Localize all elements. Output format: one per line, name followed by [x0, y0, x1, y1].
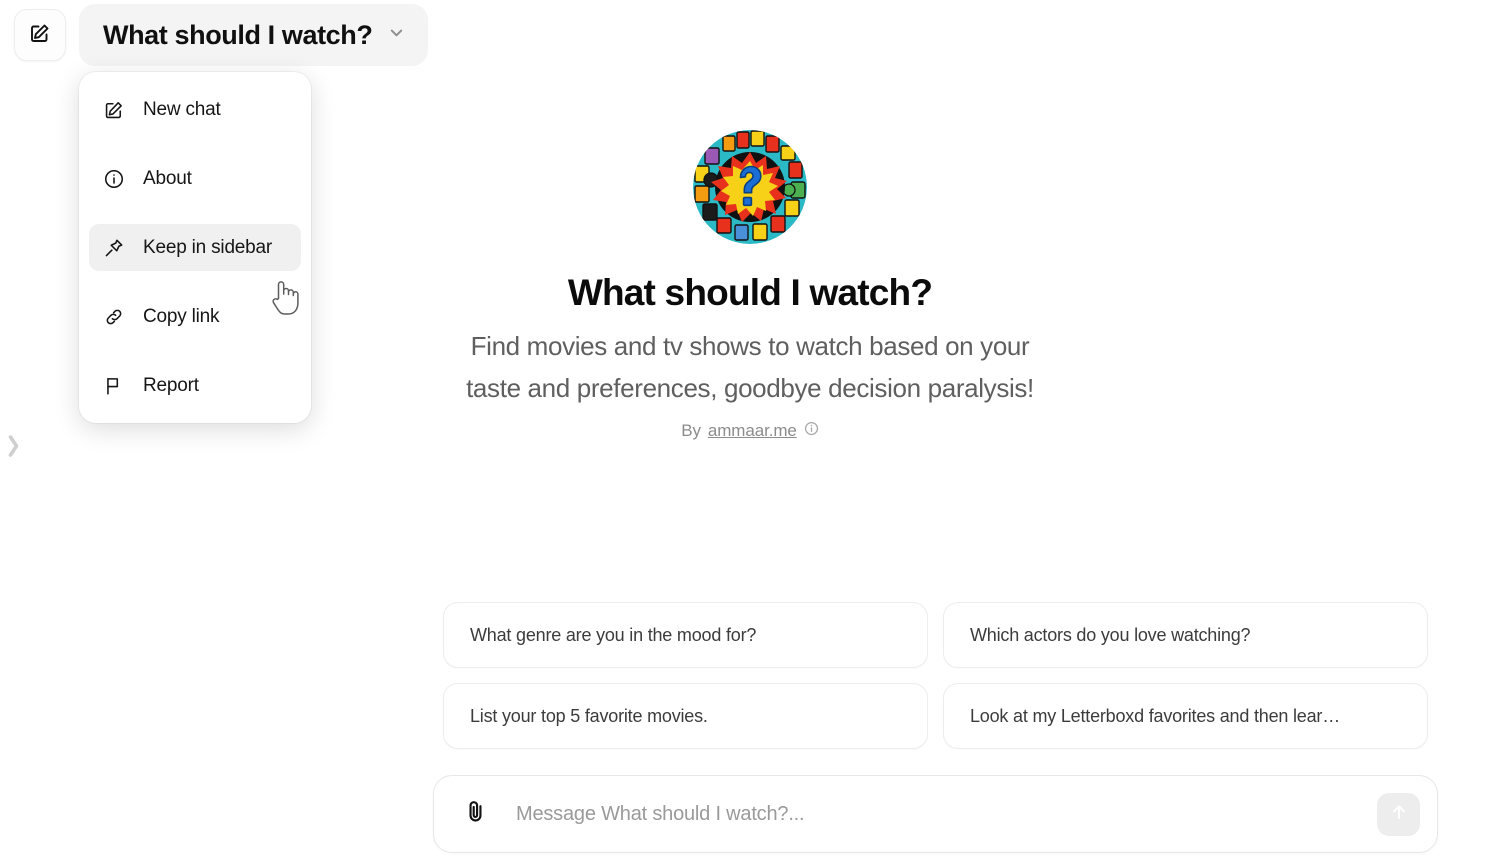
hero-byline: By ammaar.me	[681, 421, 819, 441]
menu-item-copy-link[interactable]: Copy link	[89, 293, 301, 340]
author-link[interactable]: ammaar.me	[708, 421, 797, 441]
attach-file-button[interactable]	[458, 797, 492, 831]
suggestion-chip-label: What genre are you in the mood for?	[470, 624, 757, 645]
page-title: What should I watch?	[103, 19, 373, 50]
hero-title: What should I watch?	[567, 272, 933, 313]
paperclip-icon	[462, 798, 489, 830]
menu-item-new-chat[interactable]: New chat	[89, 86, 301, 133]
byline-prefix: By	[681, 420, 701, 440]
menu-item-label: New chat	[143, 98, 221, 120]
info-circle-icon[interactable]	[804, 421, 819, 441]
hero-description: Find movies and tv shows to watch based …	[466, 325, 1034, 409]
suggestion-chip[interactable]: List your top 5 favorite movies.	[443, 683, 928, 749]
new-chat-button[interactable]	[14, 9, 66, 61]
menu-item-report[interactable]: Report	[89, 362, 301, 409]
menu-item-label: Keep in sidebar	[143, 236, 273, 258]
pin-icon	[102, 236, 125, 259]
top-bar: What should I watch?	[0, 0, 1500, 70]
app-logo	[693, 130, 807, 244]
hero-description-line-1: Find movies and tv shows to watch based …	[470, 330, 1030, 361]
message-composer	[433, 775, 1438, 853]
suggestion-chip[interactable]: Which actors do you love watching?	[943, 602, 1428, 668]
menu-item-label: Report	[143, 374, 199, 396]
link-icon	[102, 305, 125, 328]
menu-item-keep-in-sidebar[interactable]: Keep in sidebar	[89, 224, 301, 271]
suggestion-chip-label: Which actors do you love watching?	[970, 624, 1251, 645]
question-mark-movie-badge-icon	[693, 130, 807, 244]
suggestion-chips: What genre are you in the mood for? Whic…	[443, 602, 1428, 749]
suggestion-chip-label: List your top 5 favorite movies.	[470, 705, 708, 726]
menu-item-label: Copy link	[143, 305, 220, 327]
info-circle-icon	[102, 167, 125, 190]
compose-icon	[28, 21, 52, 50]
suggestion-chip[interactable]: What genre are you in the mood for?	[443, 602, 928, 668]
suggestion-chip-label: Look at my Letterboxd favorites and then…	[970, 705, 1341, 726]
chat-options-menu: New chat About Keep in sidebar Copy link…	[79, 72, 311, 423]
menu-item-about[interactable]: About	[89, 155, 301, 202]
chevron-down-icon	[387, 23, 406, 47]
sidebar-expand-handle[interactable]	[4, 428, 24, 468]
chevron-right-icon	[6, 431, 22, 466]
compose-icon	[102, 98, 125, 121]
chat-title-dropdown[interactable]: What should I watch?	[79, 4, 428, 66]
suggestion-chip[interactable]: Look at my Letterboxd favorites and then…	[943, 683, 1428, 749]
arrow-up-icon	[1388, 801, 1410, 828]
hero-description-line-2: taste and preferences, goodbye decision …	[466, 372, 1034, 403]
message-input[interactable]	[514, 801, 1377, 827]
menu-item-label: About	[143, 167, 192, 189]
flag-icon	[102, 374, 125, 397]
send-button[interactable]	[1377, 792, 1420, 836]
